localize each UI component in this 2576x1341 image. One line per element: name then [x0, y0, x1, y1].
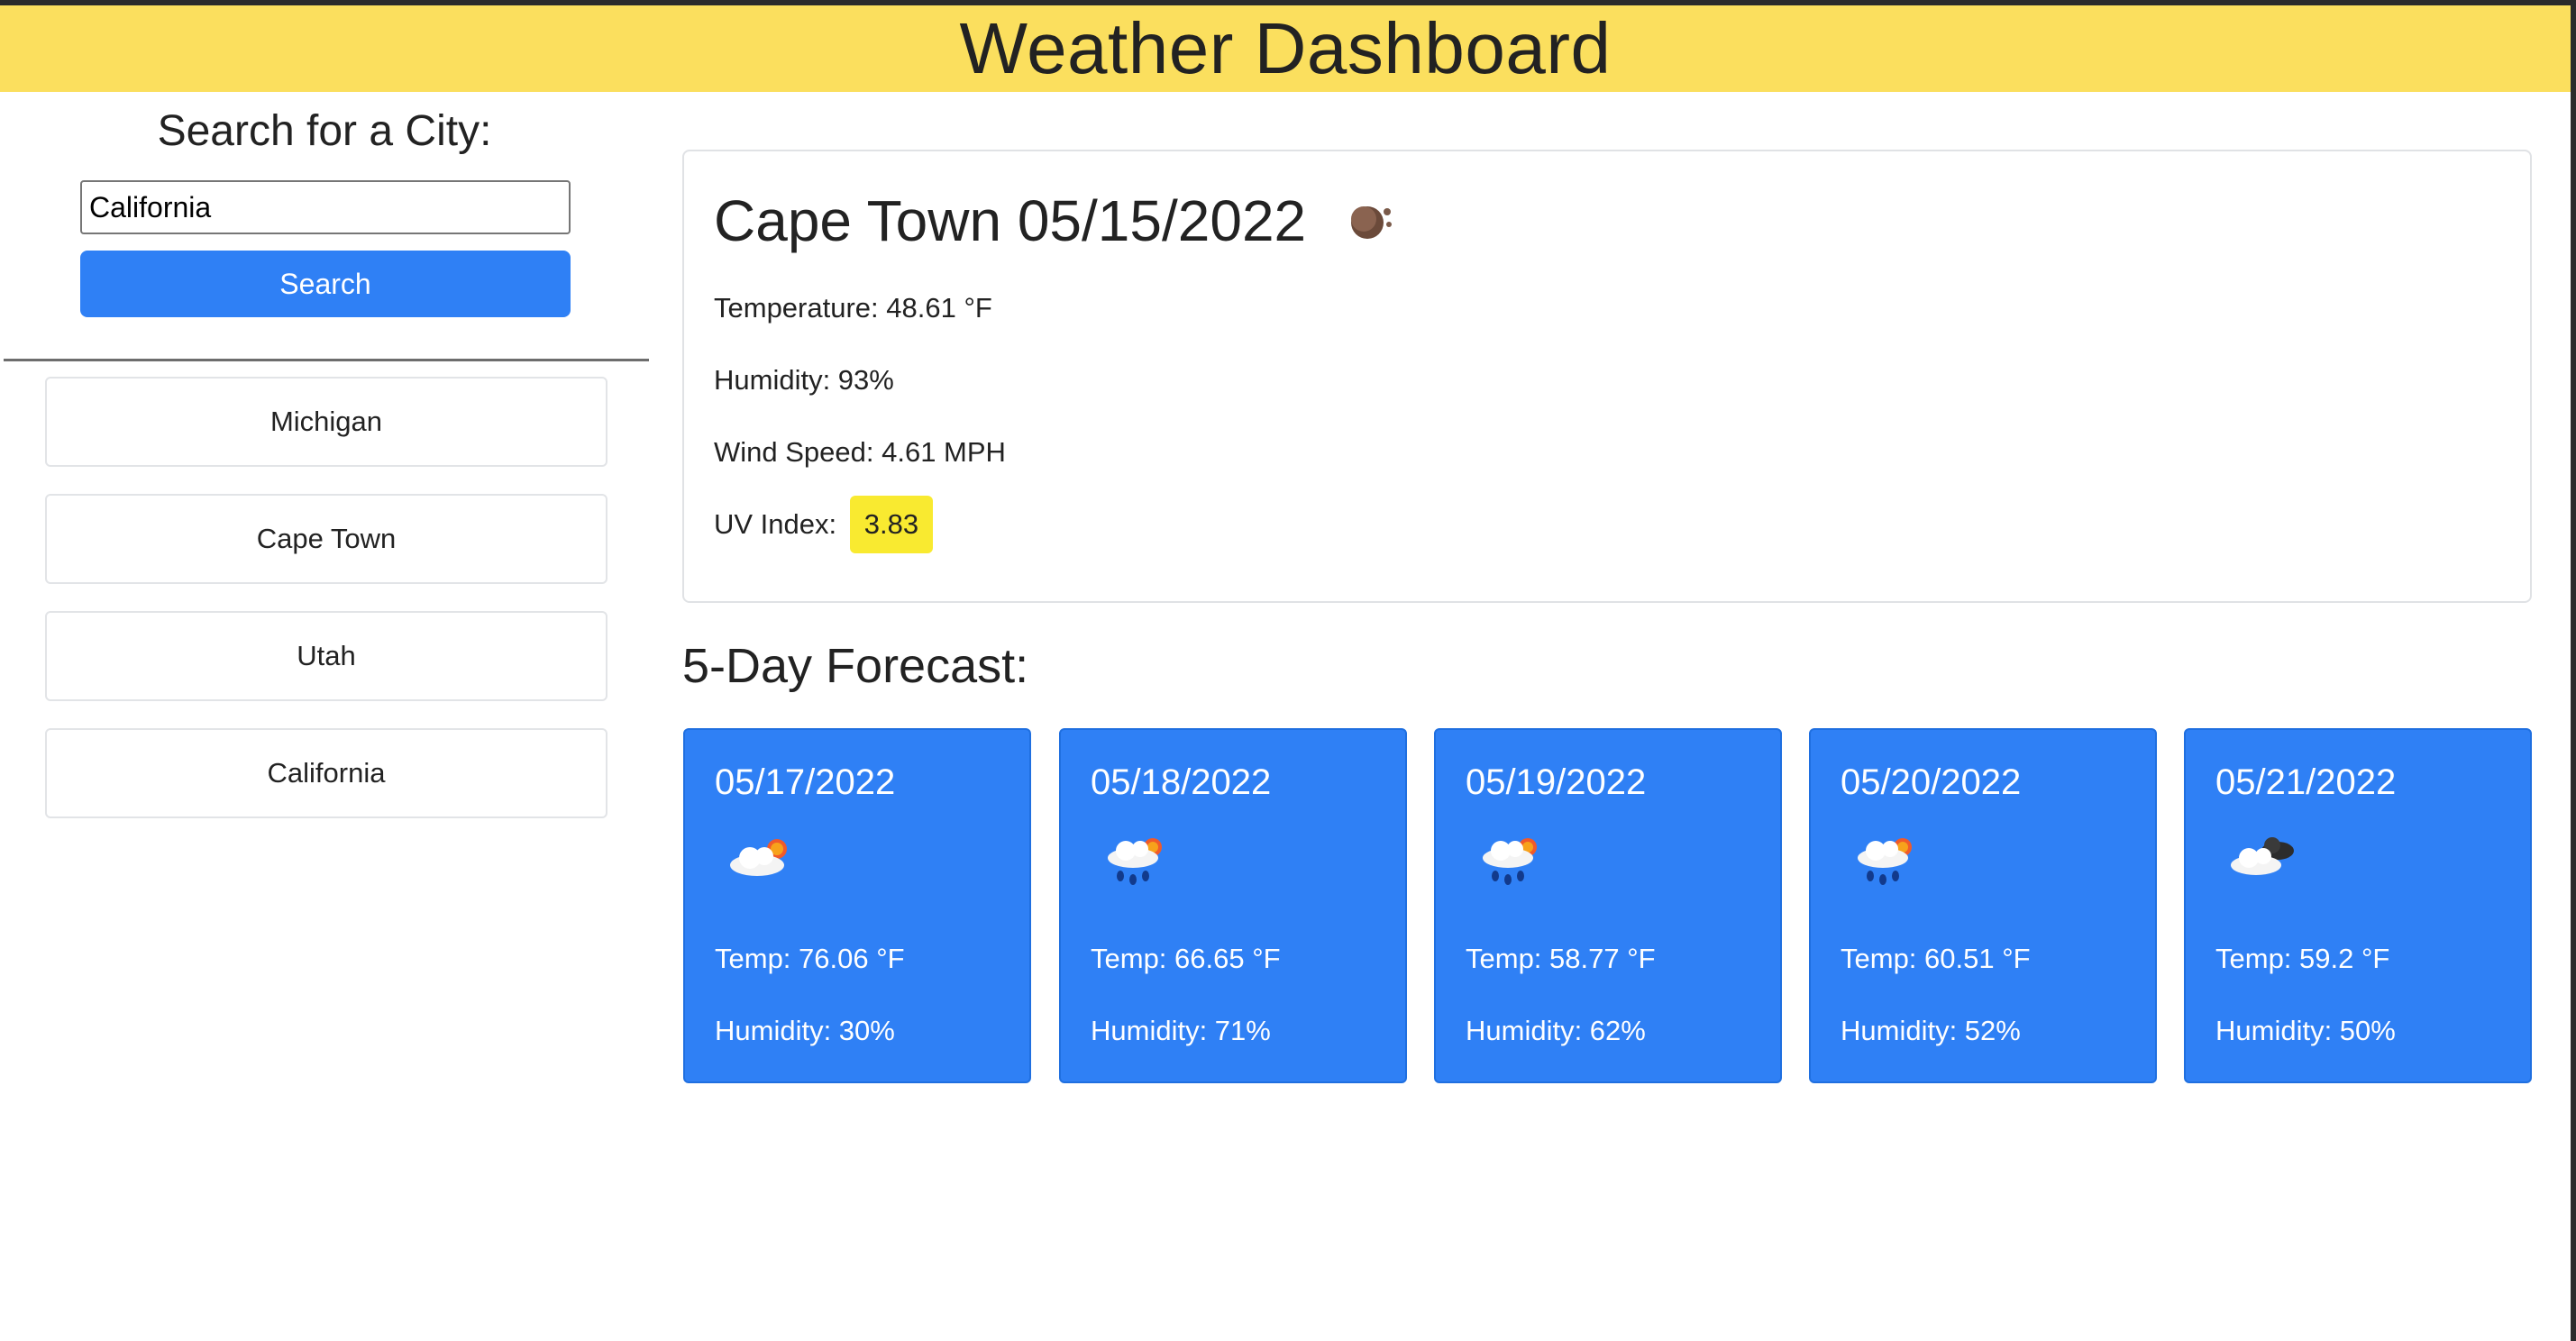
rain-sun-icon: [1101, 829, 1176, 892]
cloud-sun-icon: [725, 829, 800, 892]
history-item-utah[interactable]: Utah: [45, 611, 607, 701]
forecast-humidity: Humidity: 52%: [1841, 1015, 2021, 1046]
moon-night-icon: [1342, 192, 1400, 250]
forecast-humidity: Humidity: 50%: [2215, 1015, 2396, 1046]
forecast-date: 05/18/2022: [1091, 762, 1272, 802]
forecast-temp: Temp: 60.51 °F: [1841, 943, 2031, 974]
search-input[interactable]: [80, 180, 571, 234]
forecast-humidity: Humidity: 71%: [1091, 1015, 1271, 1046]
page-title: Weather Dashboard: [959, 8, 1612, 88]
forecast-card-day-2: 05/18/2022 Temp: 66.65 °F Humidity: 71%: [1059, 728, 1407, 1083]
forecast-date: 05/21/2022: [2215, 762, 2397, 802]
current-weather-card: Cape Town 05/15/2022 Temperature: 48.61 …: [682, 150, 2532, 603]
forecast-title: 5-Day Forecast:: [682, 639, 1029, 693]
current-temperature: Temperature: 48.61 °F: [714, 292, 992, 324]
uv-index-badge: 3.83: [849, 496, 934, 553]
sidebar-divider: [4, 359, 649, 361]
rain-sun-icon: [1850, 829, 1926, 892]
current-wind-speed: Wind Speed: 4.61 MPH: [714, 436, 1006, 468]
current-humidity: Humidity: 93%: [714, 364, 894, 396]
rain-sun-icon: [1475, 829, 1551, 892]
current-uv-row: UV Index: 3.83: [714, 496, 934, 553]
current-city-date: Cape Town 05/15/2022: [714, 188, 1307, 253]
forecast-temp: Temp: 76.06 °F: [715, 943, 905, 974]
history-item-california[interactable]: California: [45, 728, 607, 818]
forecast-humidity: Humidity: 30%: [715, 1015, 895, 1046]
search-title: Search for a City:: [157, 107, 492, 155]
history-item-cape-town[interactable]: Cape Town: [45, 494, 607, 584]
current-weather-heading: Cape Town 05/15/2022: [714, 187, 1400, 254]
forecast-card-day-5: 05/21/2022 Temp: 59.2 °F Humidity: 50%: [2184, 728, 2532, 1083]
window-right-edge: [2571, 0, 2576, 1341]
uv-index-label: UV Index:: [714, 508, 837, 540]
search-button[interactable]: Search: [80, 251, 571, 317]
forecast-temp: Temp: 66.65 °F: [1091, 943, 1281, 974]
cloud-night-icon: [2225, 829, 2301, 892]
forecast-date: 05/17/2022: [715, 762, 896, 802]
forecast-card-day-4: 05/20/2022 Temp: 60.51 °F Humidity: 52%: [1809, 728, 2157, 1083]
forecast-temp: Temp: 59.2 °F: [2215, 943, 2390, 974]
forecast-date: 05/19/2022: [1466, 762, 1647, 802]
forecast-card-day-1: 05/17/2022 Temp: 76.06 °F Humidity: 30%: [683, 728, 1031, 1083]
forecast-temp: Temp: 58.77 °F: [1466, 943, 1656, 974]
history-item-michigan[interactable]: Michigan: [45, 377, 607, 467]
sidebar: Search for a City: Search Michigan Cape …: [0, 92, 649, 1341]
app-header: Weather Dashboard: [0, 5, 2571, 92]
forecast-card-day-3: 05/19/2022 Temp: 58.77 °F Humidity: 62%: [1434, 728, 1782, 1083]
forecast-humidity: Humidity: 62%: [1466, 1015, 1646, 1046]
forecast-date: 05/20/2022: [1841, 762, 2022, 802]
